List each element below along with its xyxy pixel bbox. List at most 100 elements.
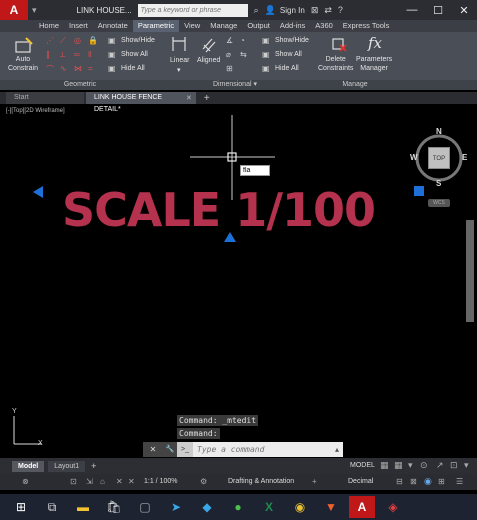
equal-icon[interactable]: = <box>88 64 93 73</box>
command-dropdown-icon[interactable]: ▴ <box>331 445 343 454</box>
concentric-icon[interactable]: ◎ <box>74 36 81 45</box>
fx-icon[interactable]: fx <box>368 34 382 52</box>
autocad-taskbar-icon[interactable]: A <box>349 496 375 518</box>
text-edit-box[interactable] <box>240 165 270 176</box>
tab-express-tools[interactable]: Express Tools <box>338 20 395 32</box>
store-icon[interactable]: 🛍 <box>101 496 127 518</box>
collinear-icon[interactable]: ⟋ <box>60 36 66 46</box>
tab-annotate[interactable]: Annotate <box>93 20 133 32</box>
left-grip-icon[interactable] <box>33 186 43 198</box>
linear-button[interactable]: Linear <box>170 57 189 64</box>
linear-icon[interactable] <box>170 35 188 53</box>
viewport-controls[interactable]: [-][Top][2D Wireframe] <box>6 108 65 114</box>
dimensional-hide-all[interactable]: Hide All <box>275 65 299 72</box>
tab-a360[interactable]: A360 <box>310 20 338 32</box>
new-layout-button[interactable]: + <box>91 461 96 471</box>
dimensional-show-all[interactable]: Show All <box>275 51 302 58</box>
smooth-icon[interactable]: ∿ <box>60 64 67 73</box>
tangent-icon[interactable]: ⌒ <box>46 64 54 75</box>
hide-all-icon[interactable]: ▣ <box>108 64 116 73</box>
command-close-icon[interactable]: ✕ <box>143 442 163 457</box>
tab-insert[interactable]: Insert <box>64 20 93 32</box>
vertical-icon[interactable]: ‖ <box>88 50 91 59</box>
telegram-icon[interactable]: ➤ <box>163 496 189 518</box>
user-icon[interactable]: 👤 <box>265 5 276 16</box>
radius-icon[interactable]: ◔ <box>240 36 245 45</box>
application-menu-button[interactable]: A <box>0 0 28 20</box>
wechat-icon[interactable]: ● <box>225 496 251 518</box>
quick-props-icon[interactable]: ⊟ <box>396 477 403 486</box>
tab-parametric[interactable]: Parametric <box>132 20 180 32</box>
tab-layout1[interactable]: Layout1 <box>48 460 86 472</box>
delete-constraints-icon[interactable] <box>330 35 348 53</box>
windows-start-icon[interactable]: ⊞ <box>8 496 34 518</box>
show-all-icon[interactable]: ▣ <box>108 50 116 59</box>
compass-e[interactable]: E <box>462 153 467 162</box>
angular-icon[interactable]: ∡ <box>226 36 233 45</box>
sign-in-link[interactable]: Sign In <box>280 6 305 15</box>
search-icon[interactable]: ⌕ <box>254 5 259 16</box>
command-input[interactable] <box>193 445 331 454</box>
app-icon-1[interactable]: ▢ <box>132 496 158 518</box>
graphics-icon[interactable]: ⊡ <box>70 477 77 486</box>
app-icon-3[interactable]: ◈ <box>380 496 406 518</box>
ortho-icon[interactable]: ▾ <box>408 460 413 471</box>
auto-constrain-icon[interactable] <box>14 36 34 54</box>
tab-link-house-fence-detail[interactable]: LINK HOUSE FENCE DETAIL* <box>86 92 196 113</box>
horizontal-icon[interactable]: ═ <box>74 50 80 59</box>
maximize-button[interactable]: ☐ <box>425 4 451 17</box>
tab-output[interactable]: Output <box>242 20 275 32</box>
viewcube[interactable]: TOP N S W E <box>410 127 468 189</box>
close-button[interactable]: ✕ <box>451 4 477 17</box>
annotation-visibility-icon[interactable]: ✕ <box>128 477 135 486</box>
cart-icon[interactable]: ⊠ <box>311 5 319 16</box>
perpendicular-icon[interactable]: ⟂ <box>60 50 65 60</box>
isolate-icon[interactable]: ⊗ <box>22 477 29 486</box>
geometric-hide-all[interactable]: Hide All <box>121 65 145 72</box>
file-explorer-icon[interactable]: ▬ <box>70 496 96 518</box>
dim-show-all-icon[interactable]: ▣ <box>262 50 270 59</box>
hardware-accel-icon[interactable]: ⊞ <box>438 477 445 486</box>
delete-constraints-button[interactable]: Delete Constraints <box>318 55 353 73</box>
grid-icon[interactable]: ▦ <box>380 460 389 471</box>
command-settings-icon[interactable]: 🔧 <box>163 442 177 457</box>
minimize-button[interactable]: — <box>399 4 425 16</box>
osnap-icon[interactable]: ↗ <box>436 460 444 471</box>
model-space-button[interactable]: MODEL <box>350 462 375 469</box>
annotation-monitor-icon[interactable]: ⇲ <box>86 477 93 486</box>
tab-add-ins[interactable]: Add-ins <box>275 20 310 32</box>
compass-n[interactable]: N <box>436 127 442 136</box>
search-input[interactable] <box>137 3 248 17</box>
file-tab-close-icon[interactable]: ✕ <box>186 94 192 102</box>
linear-dropdown-icon[interactable]: ▾ <box>177 66 181 74</box>
dim-show-hide-icon[interactable]: ▣ <box>262 36 270 45</box>
lock-ui-icon[interactable]: ⊠ <box>410 477 417 486</box>
wcs-menu[interactable]: WCS <box>428 199 450 207</box>
help-icon[interactable]: ? <box>338 5 343 15</box>
workspace-switcher[interactable]: Drafting & Annotation <box>228 478 294 485</box>
gear-icon[interactable]: ⚙ <box>200 477 207 486</box>
tab-start[interactable]: Start <box>6 92 84 104</box>
parallel-icon[interactable]: ∥ <box>46 50 50 59</box>
status-more-icon[interactable]: ▾ <box>464 460 469 471</box>
exchange-icon[interactable]: ⇄ <box>324 5 332 16</box>
compass-s[interactable]: S <box>436 179 441 188</box>
aligned-icon[interactable] <box>200 35 218 53</box>
dynamic-input-icon[interactable]: ⌂ <box>100 477 105 486</box>
lock-icon[interactable]: 🔒 <box>88 36 98 45</box>
polar-icon[interactable]: ⊙ <box>420 460 428 471</box>
show-hide-icon[interactable]: ▣ <box>108 36 116 45</box>
chrome-icon[interactable]: ◉ <box>287 496 313 518</box>
convert-icon[interactable]: ⇆ <box>240 50 247 59</box>
app-icon-2[interactable]: ◆ <box>194 496 220 518</box>
brave-icon[interactable]: ▼ <box>318 496 344 518</box>
panel-title-dimensional[interactable]: Dimensional ▾ <box>160 80 310 90</box>
vertical-scrollbar[interactable] <box>466 220 474 322</box>
units-selector[interactable]: Decimal <box>348 478 373 485</box>
parameters-manager-button[interactable]: Parameters Manager <box>356 55 392 73</box>
diameter-icon[interactable]: ⌀ <box>226 50 231 59</box>
auto-constrain-label[interactable]: Auto Constrain <box>8 55 38 73</box>
aligned-button[interactable]: Aligned <box>197 57 220 64</box>
coincident-icon[interactable]: ⋰ <box>46 36 54 45</box>
dimensional-show-hide[interactable]: Show/Hide <box>275 37 309 44</box>
